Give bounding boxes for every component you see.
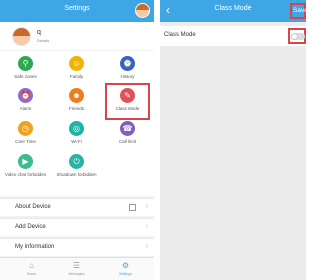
class-mode-highlight (105, 83, 150, 120)
tab-settings[interactable]: ⚙ Settings (100, 261, 151, 276)
map-pin-icon: ⚲ (18, 56, 33, 71)
header-avatar[interactable] (135, 3, 150, 18)
menu-label: Add Device (15, 224, 46, 230)
grid-item-care-time[interactable]: ◷ Care Time (0, 121, 51, 144)
toggle-highlight (288, 28, 306, 44)
settings-header: Settings (0, 0, 154, 22)
profile-details: Details (37, 38, 50, 43)
tab-home[interactable]: ⌂ Home (6, 261, 57, 276)
class-mode-header: ‹ Class Mode Save (160, 0, 308, 22)
gear-icon: ⚙ (121, 261, 130, 270)
bottom-tab-bar: ⌂ Home ☰ Messages ⚙ Settings (0, 257, 154, 280)
grid-item-label: History (120, 74, 135, 79)
menu-label: My information (15, 244, 55, 250)
friends-icon: ☻ (69, 88, 84, 103)
class-mode-screen: ‹ Class Mode Save Class Mode (160, 0, 308, 280)
class-mode-label: Class Mode (164, 32, 196, 38)
messages-icon: ☰ (72, 261, 81, 270)
settings-title: Settings (64, 5, 90, 12)
menu-about-device[interactable]: About Device › (0, 198, 154, 216)
shutdown-icon: ⏻ (69, 154, 84, 169)
tab-messages[interactable]: ☰ Messages (51, 261, 102, 276)
grid-item-history[interactable]: ⌚ History (102, 56, 153, 79)
history-icon: ⌚ (120, 56, 135, 71)
grid-item-label: Call limit (118, 139, 136, 144)
settings-grid: ⚲ Safe zones ☺ Family ⌚ History ⏰ Alarm … (0, 51, 154, 196)
grid-item-safe-zones[interactable]: ⚲ Safe zones (0, 56, 51, 79)
menu-label: About Device (15, 204, 51, 210)
profile-name: q (37, 29, 41, 36)
care-time-icon: ◷ (18, 121, 33, 136)
chevron-right-icon: › (145, 243, 148, 250)
call-limit-icon: ☎ (120, 121, 135, 136)
screenshot-root: Settings q Details ⚲ Safe zones ☺ Family… (0, 0, 308, 280)
save-label: Save (293, 7, 308, 14)
grid-item-label: Friends (68, 106, 84, 111)
grid-item-label: Safe zones (14, 74, 37, 79)
grid-item-call-limit[interactable]: ☎ Call limit (102, 121, 153, 144)
grid-item-shutdown-forbidden[interactable]: ⏻ Shutdown forbidden (51, 154, 102, 177)
class-mode-title: Class Mode (214, 5, 252, 12)
tab-label: Messages (68, 272, 85, 276)
settings-screen: Settings q Details ⚲ Safe zones ☺ Family… (0, 0, 154, 280)
chevron-right-icon: › (145, 223, 148, 230)
grid-item-label: Video chat forbidden (4, 172, 47, 177)
grid-item-friends[interactable]: ☻ Friends (51, 88, 102, 111)
grid-item-label: Shutdown forbidden (56, 172, 97, 177)
grid-item-wifi[interactable]: ◎ Wi-Fi (51, 121, 102, 144)
chevron-right-icon: › (145, 203, 148, 210)
grid-item-label: Care Time (15, 139, 36, 144)
wifi-icon: ◎ (69, 121, 84, 136)
grid-item-label: Alarm (19, 106, 32, 111)
tab-label: Home (26, 272, 37, 276)
grid-item-family[interactable]: ☺ Family (51, 56, 102, 79)
toggle-knob (291, 33, 298, 40)
video-chat-icon: ▶ (18, 154, 33, 169)
menu-my-information[interactable]: My information › (0, 238, 154, 256)
avatar (12, 27, 31, 46)
family-icon: ☺ (69, 56, 84, 71)
grid-item-label: Family (69, 74, 84, 79)
qr-code-icon (129, 204, 136, 211)
menu-add-device[interactable]: Add Device › (0, 218, 154, 236)
grid-item-label: Wi-Fi (71, 139, 82, 144)
home-icon: ⌂ (29, 261, 34, 270)
class-mode-row: Class Mode (160, 26, 306, 46)
save-button[interactable]: Save (290, 3, 308, 19)
alarm-icon: ⏰ (18, 88, 33, 103)
profile-row[interactable]: q Details (0, 22, 154, 50)
grid-item-alarm[interactable]: ⏰ Alarm (0, 88, 51, 111)
class-mode-toggle[interactable] (291, 33, 305, 40)
tab-label: Settings (119, 272, 132, 276)
grid-item-video-chat-forbidden[interactable]: ▶ Video chat forbidden (0, 154, 51, 177)
